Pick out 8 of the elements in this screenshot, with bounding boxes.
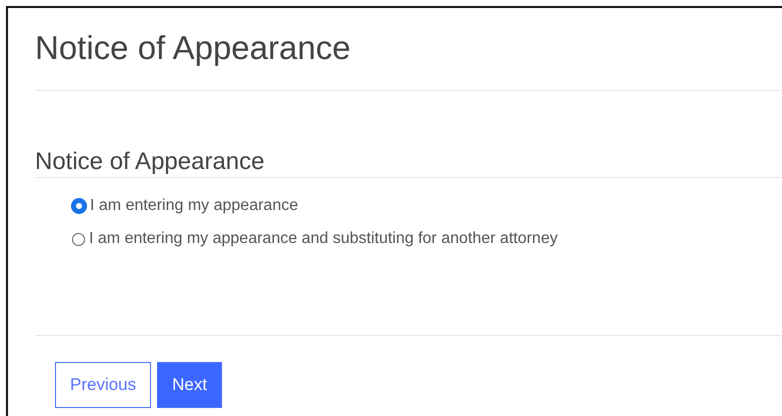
option-label[interactable]: I am entering my appearance and substituting for another attorney: [89, 229, 558, 249]
option-label[interactable]: I am entering my appearance: [90, 196, 298, 216]
page-title: Notice of Appearance: [35, 28, 351, 68]
section-heading: Notice of Appearance: [35, 147, 264, 177]
radio-button[interactable]: [72, 199, 86, 213]
radio-button[interactable]: [72, 232, 85, 246]
previous-button[interactable]: Previous: [55, 362, 152, 408]
next-button[interactable]: Next: [157, 362, 222, 408]
